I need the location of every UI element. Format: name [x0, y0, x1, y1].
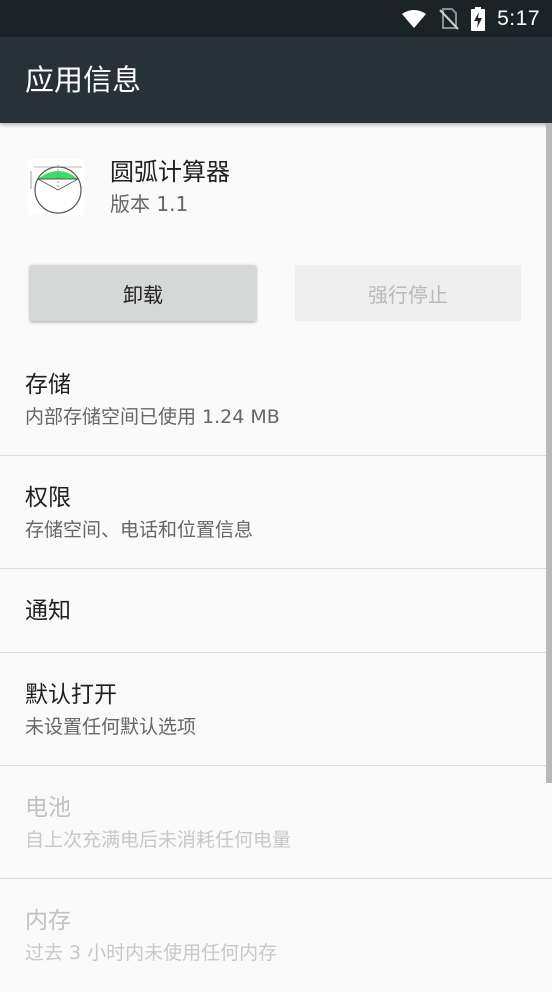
settings-list: 存储 内部存储空间已使用 1.24 MB 权限 存储空间、电话和位置信息 通知 …	[0, 343, 552, 992]
settings-item-permissions[interactable]: 权限 存储空间、电话和位置信息	[0, 456, 552, 569]
wifi-icon	[401, 9, 427, 29]
settings-item-title: 存储	[25, 372, 71, 398]
settings-item-summary: 存储空间、电话和位置信息	[25, 519, 254, 541]
uninstall-button[interactable]: 卸载	[30, 265, 256, 321]
settings-item-battery: 电池 自上次充满电后未消耗任何电量	[0, 766, 552, 879]
settings-item-summary: 自上次充满电后未消耗任何电量	[25, 829, 292, 851]
no-sim-icon	[439, 7, 459, 30]
settings-item-summary: 过去 3 小时内未使用任何内存	[25, 942, 278, 964]
settings-item-memory: 内存 过去 3 小时内未使用任何内存	[0, 879, 552, 992]
scrollbar[interactable]	[546, 123, 552, 783]
app-header: 圆弧计算器 版本 1.1	[0, 123, 552, 255]
settings-item-title: 默认打开	[25, 682, 117, 708]
settings-item-title: 通知	[25, 598, 71, 624]
settings-item-storage[interactable]: 存储 内部存储空间已使用 1.24 MB	[0, 343, 552, 456]
app-name: 圆弧计算器	[110, 158, 230, 186]
settings-item-title: 电池	[25, 795, 71, 821]
status-icons: 5:17	[389, 0, 540, 37]
settings-item-open-by-default[interactable]: 默认打开 未设置任何默认选项	[0, 653, 552, 766]
status-bar: 5:17	[0, 0, 552, 37]
arc-calculator-app-icon	[28, 159, 84, 215]
settings-item-notifications[interactable]: 通知	[0, 569, 552, 653]
battery-charging-icon	[471, 6, 486, 31]
settings-item-title: 内存	[25, 908, 71, 934]
app-version: 版本 1.1	[110, 192, 189, 216]
settings-item-title: 权限	[25, 485, 71, 511]
settings-item-summary: 未设置任何默认选项	[25, 716, 197, 738]
page-title: 应用信息	[25, 63, 142, 97]
app-info-content: 圆弧计算器 版本 1.1 卸载 强行停止 存储 内部存储空间已使用 1.24 M…	[0, 123, 552, 983]
settings-item-summary: 内部存储空间已使用 1.24 MB	[25, 406, 280, 428]
force-stop-button[interactable]: 强行停止	[295, 265, 521, 321]
app-bar: 应用信息	[0, 37, 552, 123]
status-time: 5:17	[497, 6, 540, 30]
